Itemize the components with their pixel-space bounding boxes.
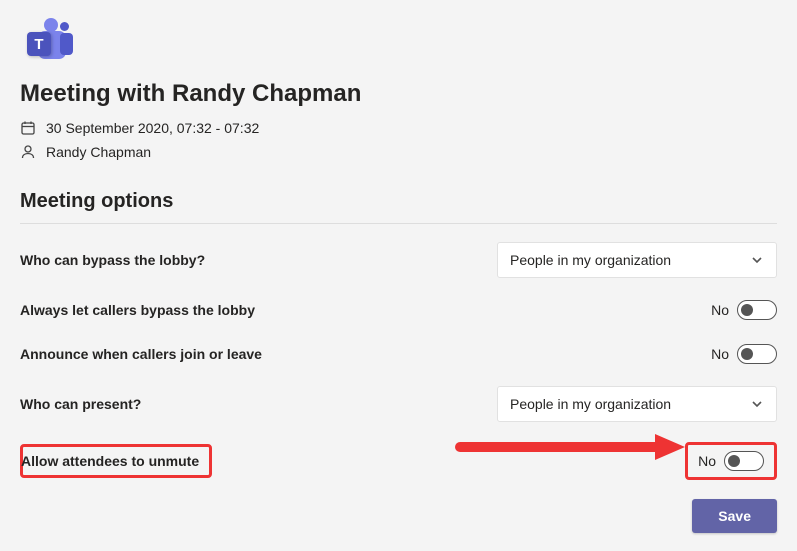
allow-unmute-toggle[interactable] (724, 451, 764, 471)
toggle-state-text: No (698, 453, 716, 469)
chevron-down-icon (750, 253, 764, 267)
teams-logo-letter: T (27, 32, 51, 56)
select-value: People in my organization (510, 396, 671, 412)
option-allow-unmute: Allow attendees to unmute No (20, 432, 777, 490)
option-callers-bypass: Always let callers bypass the lobby No (20, 288, 777, 332)
toggle-state-text: No (711, 302, 729, 318)
section-heading: Meeting options (20, 190, 777, 213)
meeting-datetime: 30 September 2020, 07:32 - 07:32 (46, 120, 259, 136)
annotation-highlight-label: Allow attendees to unmute (20, 444, 212, 478)
save-button[interactable]: Save (692, 499, 777, 533)
person-icon (20, 144, 36, 160)
option-who-present: Who can present? People in my organizati… (20, 376, 777, 432)
teams-logo: T (20, 18, 68, 62)
option-bypass-lobby: Who can bypass the lobby? People in my o… (20, 232, 777, 288)
announce-toggle[interactable] (737, 344, 777, 364)
annotation-highlight-toggle: No (685, 442, 777, 480)
option-label: Who can bypass the lobby? (20, 252, 205, 268)
callers-bypass-toggle[interactable] (737, 300, 777, 320)
option-label: Announce when callers join or leave (20, 346, 262, 362)
toggle-state-text: No (711, 346, 729, 362)
select-value: People in my organization (510, 252, 671, 268)
meeting-title: Meeting with Randy Chapman (20, 80, 777, 108)
option-announce: Announce when callers join or leave No (20, 332, 777, 376)
option-label: Always let callers bypass the lobby (20, 302, 255, 318)
meeting-organizer: Randy Chapman (46, 144, 151, 160)
divider (20, 223, 777, 224)
chevron-down-icon (750, 397, 764, 411)
bypass-lobby-select[interactable]: People in my organization (497, 242, 777, 278)
calendar-icon (20, 120, 36, 136)
option-label: Who can present? (20, 396, 141, 412)
option-label: Allow attendees to unmute (21, 453, 199, 469)
who-present-select[interactable]: People in my organization (497, 386, 777, 422)
